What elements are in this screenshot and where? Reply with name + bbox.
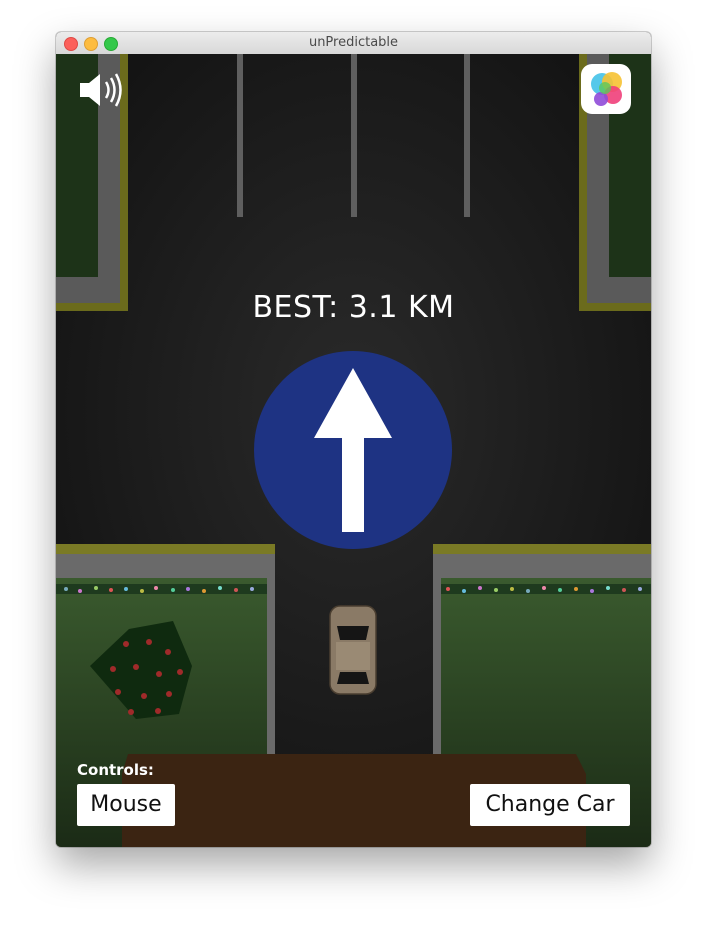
game-scene (56, 54, 651, 847)
lane-line (351, 54, 357, 217)
app-window: unPredictable BEST: 3.1 KM Controls: Mou… (56, 32, 651, 847)
game-canvas[interactable]: BEST: 3.1 KM Controls: Mouse Change Car (56, 54, 651, 847)
change-car-button[interactable]: Change Car (470, 784, 630, 826)
lane-line (464, 54, 470, 217)
player-car (329, 605, 377, 695)
direction-sign (254, 351, 452, 549)
best-distance-label: BEST: 3.1 KM (252, 290, 455, 325)
speaker-on-icon[interactable] (78, 70, 126, 110)
game-center-icon[interactable] (581, 64, 631, 114)
lane-line (237, 54, 243, 217)
window-title: unPredictable (308, 35, 399, 50)
control-mode-button[interactable]: Mouse (77, 784, 175, 826)
title-bar: unPredictable (56, 32, 651, 55)
controls-label: Controls: (77, 761, 154, 779)
